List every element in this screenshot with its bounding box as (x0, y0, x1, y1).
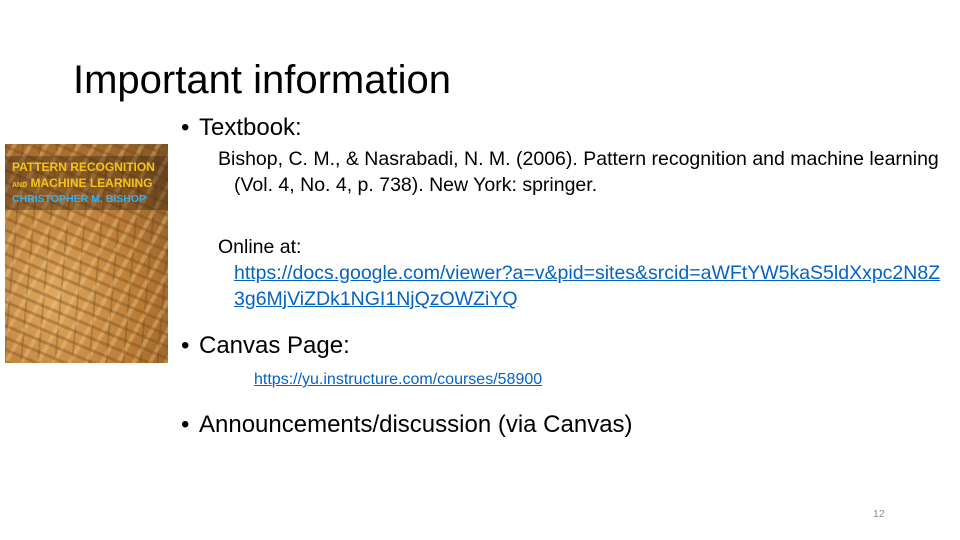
slide-title: Important information (73, 58, 451, 102)
bullet-dot: • (181, 114, 190, 141)
textbook-reference: Bishop, C. M., & Nasrabadi, N. M. (2006)… (218, 148, 939, 196)
textbook-cover-image: PATTERN RECOGNITION AND MACHINE LEARNING… (5, 144, 168, 363)
canvas-page-link[interactable]: https://yu.instructure.com/courses/58900 (254, 369, 542, 391)
bullet-canvas: • Canvas Page: (181, 331, 350, 361)
bullet-textbook: • Textbook: (181, 113, 302, 143)
cover-author: CHRISTOPHER M. BISHOP (12, 193, 146, 205)
cover-title-main: MACHINE LEARNING (30, 176, 153, 190)
cover-title-line2: AND MACHINE LEARNING (12, 177, 153, 189)
bullet-canvas-label: Canvas Page: (199, 332, 350, 359)
cover-title-line1: PATTERN RECOGNITION (12, 160, 155, 174)
online-at-label: Online at: (218, 236, 302, 258)
bullet-textbook-label: Textbook: (199, 114, 302, 141)
bullet-announcements-label: Announcements/discussion (via Canvas) (199, 411, 633, 438)
bullet-dot: • (181, 411, 190, 438)
page-number: 12 (873, 508, 885, 520)
cover-title-and: AND (12, 182, 28, 189)
textbook-online-link[interactable]: https://docs.google.com/viewer?a=v&pid=s… (234, 260, 949, 312)
bullet-announcements: • Announcements/discussion (via Canvas) (181, 410, 633, 440)
bullet-dot: • (181, 332, 190, 359)
